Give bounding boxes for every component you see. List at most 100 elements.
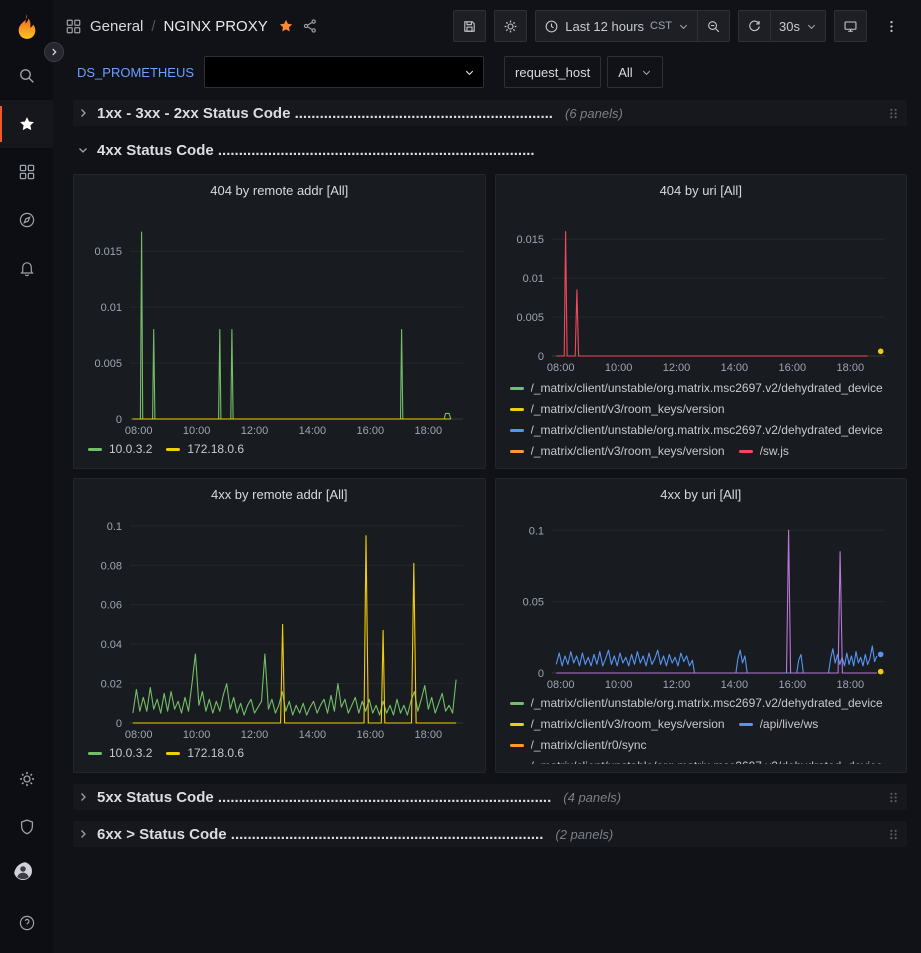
chevron-down-icon: [641, 67, 652, 78]
svg-text:0.02: 0.02: [101, 679, 122, 691]
legend-item[interactable]: /sw.js: [739, 441, 789, 460]
panel-title[interactable]: 404 by uri [All]: [506, 181, 897, 202]
row-header-5xx[interactable]: 5xx Status Code ........................…: [73, 784, 907, 810]
sidebar-expand-button[interactable]: [44, 42, 64, 62]
clock-icon: [544, 19, 559, 34]
refresh-interval-picker[interactable]: 30s: [771, 10, 826, 42]
row-header-1xx-3xx-2xx[interactable]: 1xx - 3xx - 2xx Status Code ............…: [73, 100, 907, 126]
legend-item[interactable]: 10.0.3.2: [88, 743, 152, 764]
legend-item[interactable]: 172.18.0.6: [166, 439, 244, 460]
row-header-6xx[interactable]: 6xx > Status Code ......................…: [73, 821, 907, 847]
panel-404-by-uri: 404 by uri [All]00.0050.010.01508:0010:0…: [495, 174, 908, 469]
datasource-select[interactable]: [204, 56, 484, 88]
share-icon[interactable]: [302, 18, 318, 34]
sidebar-item-dashboards[interactable]: [0, 148, 53, 196]
row-title: 5xx Status Code ........................…: [97, 789, 551, 806]
svg-text:0: 0: [537, 351, 543, 363]
legend-swatch: [510, 744, 524, 747]
svg-text:10:00: 10:00: [604, 362, 632, 374]
sidebar-item-explore[interactable]: [0, 196, 53, 244]
time-range-picker[interactable]: Last 12 hours CST: [535, 10, 698, 42]
bell-icon: [18, 259, 36, 277]
refresh-interval-label: 30s: [779, 19, 800, 34]
navbar: General / NGINX PROXY: [53, 0, 921, 52]
legend-swatch: [739, 450, 753, 453]
panel-title[interactable]: 4xx by uri [All]: [506, 485, 897, 506]
sidebar-item-help[interactable]: [0, 899, 53, 947]
panel-legend: /_matrix/client/unstable/org.matrix.msc2…: [506, 376, 897, 460]
sidebar-item-server-admin[interactable]: [0, 803, 53, 851]
sidebar-item-profile[interactable]: [0, 851, 53, 899]
svg-text:0: 0: [116, 414, 122, 426]
legend-item[interactable]: /_matrix/client/unstable/org.matrix.msc2…: [510, 420, 883, 441]
legend-swatch: [510, 702, 524, 705]
legend-item[interactable]: /_matrix/client/v3/room_keys/version: [510, 399, 725, 420]
row-drag-handle-icon[interactable]: [888, 791, 899, 804]
gear-icon: [503, 19, 518, 34]
zoom-out-button[interactable]: [698, 10, 730, 42]
legend-swatch: [166, 752, 180, 755]
save-dashboard-button[interactable]: [453, 10, 486, 42]
svg-text:18:00: 18:00: [415, 729, 443, 741]
svg-text:0.05: 0.05: [522, 597, 543, 609]
legend-item[interactable]: /_matrix/client/unstable/org.matrix.msc2…: [510, 693, 883, 714]
favorite-star-icon[interactable]: [278, 18, 294, 34]
legend-label: 10.0.3.2: [109, 439, 152, 460]
panel-title[interactable]: 4xx by remote addr [All]: [84, 485, 475, 506]
breadcrumb-section[interactable]: General: [90, 18, 143, 35]
legend-item[interactable]: /_matrix/client/unstable/org.matrix.msc2…: [510, 756, 883, 764]
refresh-button[interactable]: [738, 10, 771, 42]
legend-item[interactable]: /_matrix/client/v3/room_keys/version: [510, 441, 725, 460]
zoom-out-icon: [706, 19, 721, 34]
row-chevron: [77, 828, 89, 840]
chart-area[interactable]: 00.0050.010.01508:0010:0012:0014:0016:00…: [506, 202, 897, 376]
navbar-actions: Last 12 hours CST: [453, 10, 907, 42]
dashboard-apps-icon: [65, 18, 82, 35]
svg-text:12:00: 12:00: [662, 679, 690, 691]
sidebar-item-search[interactable]: [0, 52, 53, 100]
sidebar-item-alerting[interactable]: [0, 244, 53, 292]
row-panel-count: (2 panels): [555, 827, 613, 842]
svg-text:14:00: 14:00: [299, 729, 327, 741]
svg-text:08:00: 08:00: [125, 729, 153, 741]
sidebar-item-starred[interactable]: [0, 100, 53, 148]
dashboard-settings-button[interactable]: [494, 10, 527, 42]
legend-item[interactable]: /api/live/ws: [739, 714, 819, 735]
breadcrumb-title[interactable]: NGINX PROXY: [164, 18, 268, 35]
svg-text:0.08: 0.08: [101, 560, 122, 572]
request-host-select[interactable]: All: [607, 56, 662, 88]
svg-text:10:00: 10:00: [183, 425, 211, 437]
chart-area[interactable]: 00.0050.010.01508:0010:0012:0014:0016:00…: [84, 202, 475, 437]
datasource-label: DS_PROMETHEUS: [73, 65, 198, 80]
cycle-view-button[interactable]: [834, 10, 867, 42]
legend-item[interactable]: 10.0.3.2: [88, 439, 152, 460]
legend-label: 10.0.3.2: [109, 743, 152, 764]
svg-text:12:00: 12:00: [662, 362, 690, 374]
svg-text:0.01: 0.01: [522, 273, 543, 285]
more-options-button[interactable]: [875, 10, 907, 42]
panel-4xx-by-remote-addr: 4xx by remote addr [All]00.020.040.060.0…: [73, 478, 486, 773]
svg-text:0: 0: [537, 668, 543, 680]
legend-item[interactable]: /_matrix/client/unstable/org.matrix.msc2…: [510, 378, 883, 399]
dashboard-canvas: 1xx - 3xx - 2xx Status Code ............…: [53, 92, 921, 953]
chart-area[interactable]: 00.050.108:0010:0012:0014:0016:0018:00: [506, 506, 897, 691]
svg-text:08:00: 08:00: [546, 362, 574, 374]
row-drag-handle-icon[interactable]: [888, 107, 899, 120]
legend-item[interactable]: /_matrix/client/v3/room_keys/version: [510, 714, 725, 735]
row-header-4xx[interactable]: 4xx Status Code ........................…: [73, 137, 907, 163]
row-title: 6xx > Status Code ......................…: [97, 826, 543, 843]
help-circle-icon: [18, 914, 36, 932]
legend-item[interactable]: /_matrix/client/r0/sync: [510, 735, 647, 756]
chart-area[interactable]: 00.020.040.060.080.108:0010:0012:0014:00…: [84, 506, 475, 741]
legend-swatch: [510, 429, 524, 432]
panel-title[interactable]: 404 by remote addr [All]: [84, 181, 475, 202]
legend-swatch: [510, 408, 524, 411]
legend-item[interactable]: 172.18.0.6: [166, 743, 244, 764]
kebab-menu-icon: [884, 19, 899, 34]
row-panel-count: (4 panels): [563, 790, 621, 805]
legend-swatch: [510, 723, 524, 726]
row-chevron: [77, 144, 89, 156]
sidebar-item-configuration[interactable]: [0, 755, 53, 803]
row-drag-handle-icon[interactable]: [888, 828, 899, 841]
chart-svg: 00.0050.010.01508:0010:0012:0014:0016:00…: [84, 202, 475, 437]
